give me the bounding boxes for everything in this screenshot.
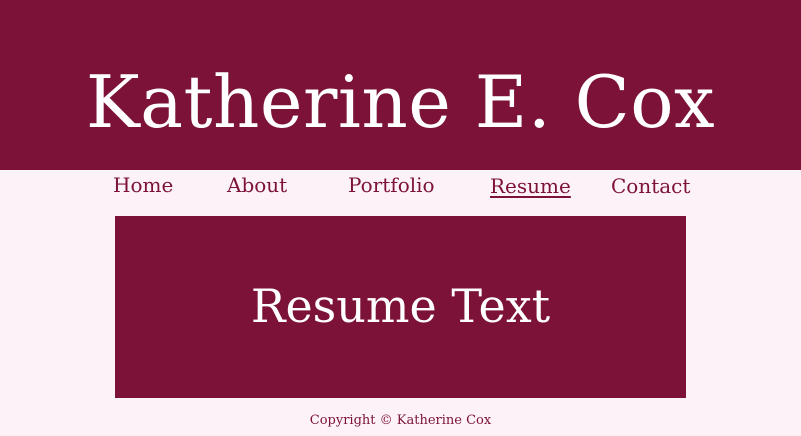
nav-link-about[interactable]: About — [227, 170, 287, 202]
site-header: Katherine E. Cox — [0, 0, 801, 170]
resume-content-text: Resume Text — [250, 279, 551, 333]
site-title: Katherine E. Cox — [85, 60, 716, 144]
nav-link-resume[interactable]: Resume — [490, 171, 571, 203]
resume-content-panel: Resume Text — [115, 216, 686, 398]
footer-copyright: Copyright © Katherine Cox — [309, 413, 492, 428]
nav-link-portfolio[interactable]: Portfolio — [348, 170, 435, 202]
nav-link-home[interactable]: Home — [113, 170, 173, 202]
nav-link-contact[interactable]: Contact — [611, 171, 690, 203]
